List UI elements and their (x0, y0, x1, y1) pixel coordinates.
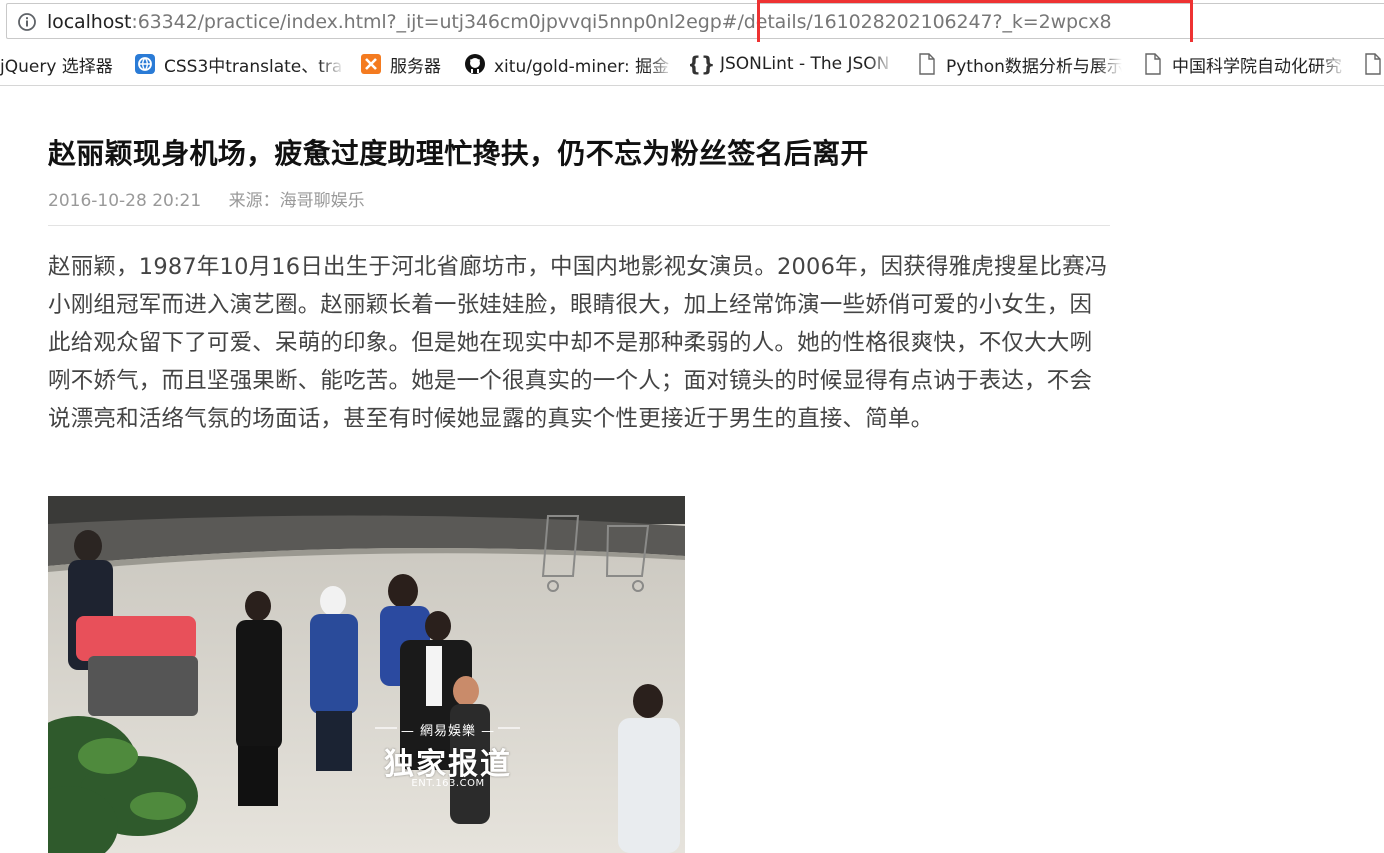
url-field[interactable]: localhost:63342/practice/index.html?_ijt… (6, 3, 1384, 39)
watermark-main: 独家报道 (384, 747, 512, 782)
article-body: 赵丽颖，1987年10月16日出生于河北省廊坊市，中国内地影视女演员。2006年… (48, 254, 1108, 432)
url-host: localhost (47, 11, 132, 33)
bookmark-jsonlint[interactable]: {} JSONLint - The JSON (690, 51, 894, 77)
bookmark-python[interactable]: Python数据分析与展示 (916, 51, 1122, 77)
article-source: 来源：海哥聊娱乐 (228, 191, 365, 211)
bookmark-gold-miner[interactable]: xitu/gold-miner: 掘金 (464, 51, 674, 77)
bookmarks-bar: jQuery 选择器 CSS3中translate、tra 服务器 xitu/g… (0, 42, 1384, 86)
bookmark-label: CSS3中translate、tra (164, 56, 343, 77)
bookmark-label: Python数据分析与展示 (946, 56, 1122, 77)
bookmark-label: JSONLint - The JSON (720, 54, 890, 74)
bookmark-overflow[interactable] (1362, 51, 1384, 77)
article-meta: 2016-10-28 20:21 来源：海哥聊娱乐 (48, 186, 365, 211)
bookmark-server[interactable]: 服务器 (360, 51, 455, 77)
url-text[interactable]: localhost:63342/practice/index.html?_ijt… (47, 10, 1112, 34)
bookmark-label: xitu/gold-miner: 掘金 (494, 56, 670, 77)
page-icon (1362, 53, 1384, 75)
divider (48, 225, 1110, 226)
watermark-sub: ENT.163.COM (411, 778, 485, 789)
bookmark-label: jQuery 选择器 (0, 56, 113, 77)
address-bar: localhost:63342/practice/index.html?_ijt… (0, 0, 1384, 50)
bookmark-label: 服务器 (390, 56, 441, 77)
page-icon (916, 53, 938, 75)
info-icon[interactable] (17, 12, 37, 32)
globe-blue-icon (134, 53, 156, 75)
bookmark-jquery[interactable]: jQuery 选择器 (0, 51, 124, 77)
github-icon (464, 53, 486, 75)
url-rest: :63342/practice/index.html?_ijt=utj346cm… (131, 11, 1112, 33)
watermark-brand: — 網易娛樂 — (400, 724, 496, 739)
article-title: 赵丽颖现身机场，疲惫过度助理忙搀扶，仍不忘为粉丝签名后离开 (48, 137, 869, 170)
bookmark-css3[interactable]: CSS3中translate、tra (134, 51, 344, 77)
page-icon (1142, 53, 1164, 75)
bookmark-casia[interactable]: 中国科学院自动化研究 (1142, 51, 1346, 77)
xampp-orange-icon (360, 53, 382, 75)
braces-icon: {} (690, 52, 716, 76)
article-photo: — 網易娛樂 — 独家报道 ENT.163.COM (48, 496, 685, 853)
article-date: 2016-10-28 20:21 (48, 191, 202, 211)
bookmark-label: 中国科学院自动化研究 (1172, 56, 1342, 77)
